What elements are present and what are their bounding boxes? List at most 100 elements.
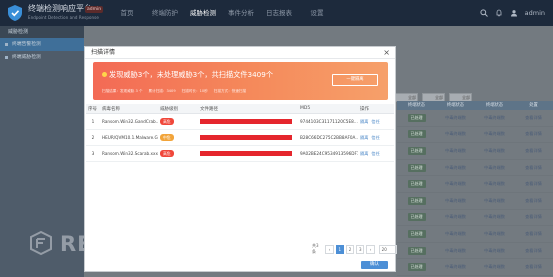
status-badge: 已处理: [407, 130, 426, 139]
table-cell: 中毒终端数: [484, 131, 505, 137]
app-title: 终端检测响应平台: [28, 4, 92, 13]
table-cell: 中毒终端数: [445, 114, 466, 120]
view-details-link[interactable]: 查看详情: [514, 181, 553, 187]
table-cell: 中毒终端数: [484, 197, 505, 203]
isolate-link[interactable]: 隔离: [360, 135, 368, 140]
table-cell: 已处理: [397, 229, 436, 238]
sidebar-header: 威胁检测: [0, 26, 84, 38]
row-index: 1: [86, 113, 100, 130]
next-page-button[interactable]: ›: [366, 244, 375, 254]
confirm-button[interactable]: 确认: [361, 261, 388, 269]
trust-link[interactable]: 信任: [371, 135, 379, 140]
background-table-header: 终端状态 终端状态 终端状态 处置: [397, 101, 553, 110]
table-cell: 中毒终端数: [484, 164, 505, 170]
bell-icon[interactable]: [495, 9, 503, 17]
column-header-threat-level: 威胁级别: [158, 104, 198, 114]
stat-item: 扫描结果：发现威胁 3 个: [102, 89, 143, 93]
column-header: 终端状态: [407, 103, 426, 108]
row-actions: 隔离 信任: [358, 145, 394, 162]
trust-link[interactable]: 信任: [371, 151, 379, 156]
table-cell: 中毒终端数: [445, 264, 466, 270]
table-cell: 已处理: [397, 113, 436, 122]
table-cell: 中毒终端数: [445, 147, 466, 153]
virus-name: HEUR/QVM10.1.Malware.Gen...: [100, 129, 158, 146]
dialog-title: 扫描详情: [91, 49, 116, 56]
view-details-link[interactable]: 查看详情: [514, 198, 553, 204]
table-cell: 已处理: [397, 146, 436, 155]
close-icon[interactable]: ×: [383, 47, 390, 58]
page-button[interactable]: 1: [335, 244, 344, 254]
page-size-select[interactable]: 20: [378, 244, 397, 254]
view-details-link[interactable]: 查看详情: [514, 131, 553, 137]
user-icon[interactable]: [510, 9, 518, 17]
nav-item-log-reports[interactable]: 日志报表: [260, 0, 298, 26]
sidebar-item-label: 终端告警检测: [12, 42, 41, 47]
table-cell: 中毒终端数: [484, 214, 505, 220]
status-badge: 已处理: [407, 113, 426, 122]
app-subtitle: Endpoint Detection and Response: [28, 15, 99, 20]
view-details-link[interactable]: 查看详情: [514, 165, 553, 171]
threat-table-body: 1 Ransom.Win32.GandCrab... 高危 9744103C31171…: [86, 113, 394, 162]
status-badge: 已处理: [407, 213, 426, 222]
nav-item-event-analysis[interactable]: 事件分析: [222, 0, 260, 26]
dialog-header: 扫描详情 ×: [85, 47, 395, 59]
row-actions: 隔离 信任: [358, 129, 394, 146]
nav-item-home[interactable]: 首页: [108, 0, 146, 26]
table-cell: 已处理: [397, 246, 436, 255]
page-button[interactable]: 2: [345, 244, 355, 254]
status-badge: 已处理: [407, 180, 426, 189]
table-header-row: 序号 病毒名称 威胁级别 文件路径 MD5 操作: [86, 104, 394, 114]
page-button[interactable]: 3: [356, 244, 365, 254]
scan-summary-headline: 发现威胁3个，未处理威胁3个，共扫描文件3409个: [109, 70, 274, 79]
table-row: 2HEUR/QVM10.1.Malware.Gen...中危 B28C66DC27…: [86, 129, 394, 146]
virus-name: Ransom.Win32.GandCrab...: [100, 113, 158, 130]
watermark-logo-icon: [30, 230, 52, 256]
pagination-total: 共3条: [312, 243, 319, 254]
trust-link[interactable]: 信任: [371, 119, 379, 124]
sidebar-item-label: 终端威胁检测: [12, 55, 41, 60]
column-header: 终端状态: [485, 103, 504, 108]
row-actions: 隔离 信任: [358, 113, 394, 130]
view-details-link[interactable]: 查看详情: [514, 214, 553, 220]
sidebar-item-threat-detection[interactable]: 终端威胁检测: [0, 51, 84, 64]
table-cell: 中毒终端数: [445, 247, 466, 253]
isolate-link[interactable]: 隔离: [360, 119, 368, 124]
table-cell: 已处理: [397, 263, 436, 272]
view-details-link[interactable]: 查看详情: [514, 148, 553, 154]
nav-item-endpoint-protection[interactable]: 终端防护: [146, 0, 184, 26]
table-cell: 已处理: [397, 180, 436, 189]
background-table-body: 已处理 中毒终端数 中毒终端数 查看详情 已处理 中毒终端数 中毒终端数 查看详情 已处理 中毒终…: [397, 110, 553, 276]
table-cell: 中毒终端数: [445, 131, 466, 137]
table-cell: 已处理: [397, 130, 436, 139]
search-icon[interactable]: [480, 9, 488, 17]
view-details-link[interactable]: 查看详情: [514, 231, 553, 237]
row-index: 2: [86, 129, 100, 146]
redacted-file-path: [200, 135, 292, 140]
table-cell: 中毒终端数: [484, 230, 505, 236]
isolate-link[interactable]: 隔离: [360, 151, 368, 156]
status-badge: 已处理: [407, 146, 426, 155]
table-row: 已处理 中毒终端数 中毒终端数 查看详情: [397, 143, 553, 160]
username-label[interactable]: admin: [525, 9, 545, 17]
nav-item-threat-detection[interactable]: 威胁检测: [184, 0, 222, 26]
table-cell: 中毒终端数: [445, 181, 466, 187]
redacted-file-path: [200, 151, 292, 156]
redacted-file-path: [200, 119, 292, 124]
sidebar-item-alert-detection[interactable]: 终端告警检测: [0, 38, 84, 51]
table-row: 已处理 中毒终端数 中毒终端数 查看详情: [397, 127, 553, 144]
nav-item-settings[interactable]: 设置: [298, 0, 336, 26]
file-path-cell: [198, 113, 298, 130]
list-icon: [5, 56, 8, 59]
table-cell: 已处理: [397, 213, 436, 222]
view-details-link[interactable]: 查看详情: [514, 264, 553, 270]
prev-page-button[interactable]: ‹: [325, 244, 334, 254]
view-details-link[interactable]: 查看详情: [514, 115, 553, 121]
alert-dot-icon: [102, 72, 107, 77]
file-path-cell: [198, 129, 298, 146]
table-row: 已处理 中毒终端数 中毒终端数 查看详情: [397, 210, 553, 227]
threat-table: 序号 病毒名称 威胁级别 文件路径 MD5 操作 1 Ransom.Win32.G…: [86, 104, 394, 162]
view-details-link[interactable]: 查看详情: [514, 248, 553, 254]
column-header-actions: 操作: [358, 104, 394, 114]
column-header-file-path: 文件路径: [198, 104, 298, 114]
isolate-all-button[interactable]: 一键隔离: [332, 74, 378, 86]
